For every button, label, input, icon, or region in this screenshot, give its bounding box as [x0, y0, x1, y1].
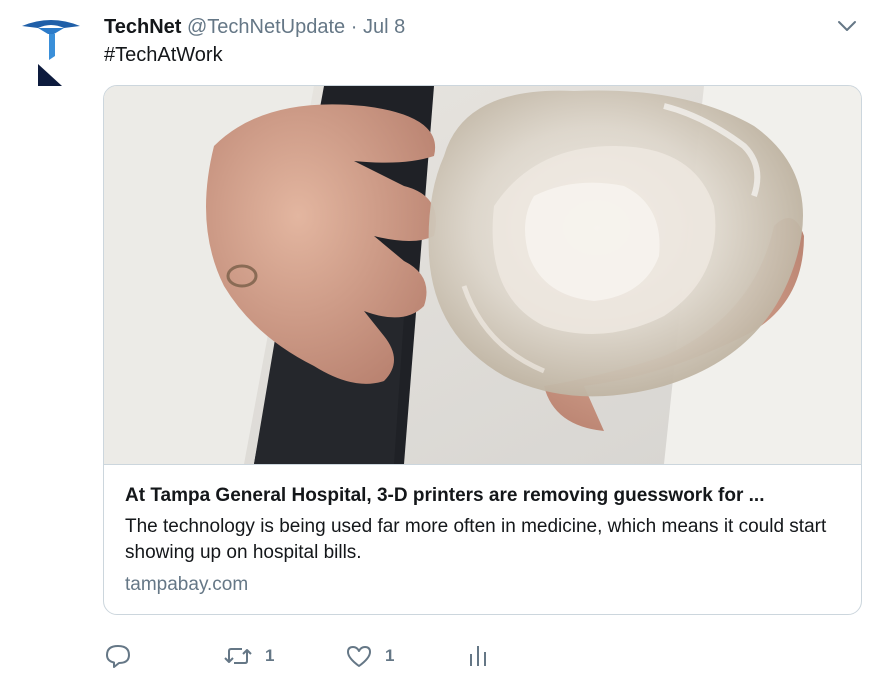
analytics-button[interactable] [466, 640, 490, 672]
retweet-count: 1 [265, 646, 275, 665]
tweet-text: #TechAtWork [104, 42, 223, 68]
heart-icon [347, 646, 371, 667]
link-card[interactable]: At Tampa General Hospital, 3-D printers … [103, 85, 862, 615]
card-description: The technology is being used far more of… [125, 516, 827, 563]
like-count: 1 [385, 646, 395, 665]
card-domain: tampabay.com [125, 574, 249, 595]
card-title[interactable]: At Tampa General Hospital, 3-D printers … [125, 484, 845, 508]
card-image[interactable] [104, 86, 861, 465]
tweet-header: TechNet @TechNetUpdate · Jul 8 [104, 14, 405, 40]
retweet-button[interactable]: 1 [223, 640, 274, 672]
tweet[interactable]: TechNet @TechNetUpdate · Jul 8 #TechAtWo… [0, 0, 876, 682]
hashtag-link[interactable]: #TechAtWork [104, 44, 223, 66]
user-handle[interactable]: @TechNetUpdate [187, 16, 345, 38]
chevron-down-icon[interactable] [836, 18, 858, 34]
like-button[interactable]: 1 [345, 640, 394, 672]
display-name[interactable]: TechNet [104, 16, 181, 38]
separator-dot: · [350, 16, 358, 38]
reply-icon [106, 645, 130, 668]
timestamp[interactable]: Jul 8 [363, 16, 405, 38]
tweet-actions: 1 1 [104, 640, 524, 672]
analytics-icon [470, 646, 486, 666]
technet-logo-icon[interactable] [20, 16, 82, 88]
retweet-icon [224, 648, 252, 664]
reply-button[interactable] [104, 640, 132, 672]
